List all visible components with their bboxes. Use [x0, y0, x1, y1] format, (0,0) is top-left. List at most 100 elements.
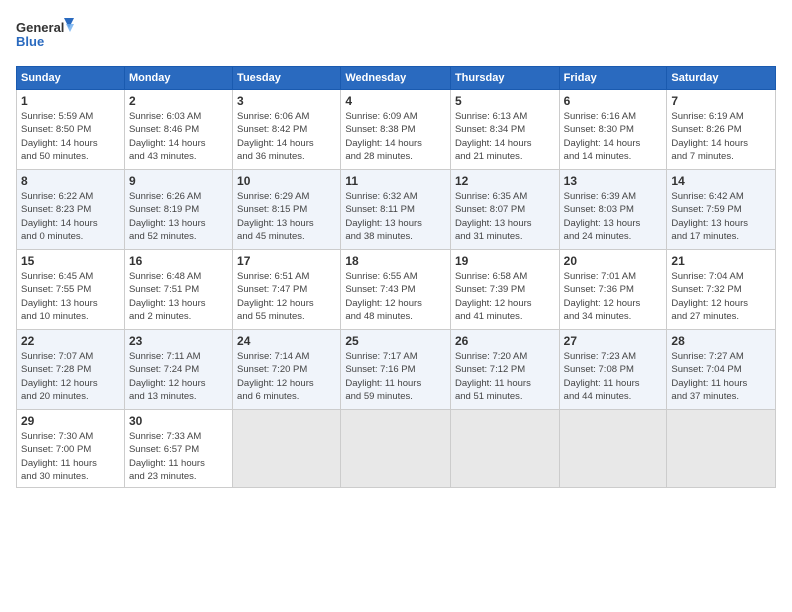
day-info: Sunrise: 7:14 AM Sunset: 7:20 PM Dayligh… [237, 350, 336, 403]
day-info: Sunrise: 7:23 AM Sunset: 7:08 PM Dayligh… [564, 350, 663, 403]
day-number: 24 [237, 334, 336, 348]
day-number: 1 [21, 94, 120, 108]
col-saturday: Saturday [667, 67, 776, 90]
day-number: 21 [671, 254, 771, 268]
calendar-cell: 7 Sunrise: 6:19 AM Sunset: 8:26 PM Daylig… [667, 90, 776, 170]
col-monday: Monday [124, 67, 232, 90]
day-info: Sunrise: 6:19 AM Sunset: 8:26 PM Dayligh… [671, 110, 771, 163]
calendar-cell: 22Sunrise: 7:07 AM Sunset: 7:28 PM Dayli… [17, 330, 125, 410]
day-number: 26 [455, 334, 555, 348]
col-friday: Friday [559, 67, 667, 90]
day-number: 13 [564, 174, 663, 188]
day-info: Sunrise: 7:11 AM Sunset: 7:24 PM Dayligh… [129, 350, 228, 403]
calendar-cell: 12 Sunrise: 6:35 AM Sunset: 8:07 PM Dayli… [450, 170, 559, 250]
calendar-cell: 5 Sunrise: 6:13 AM Sunset: 8:34 PM Daylig… [450, 90, 559, 170]
day-number: 30 [129, 414, 228, 428]
day-info: Sunrise: 6:35 AM Sunset: 8:07 PM Dayligh… [455, 190, 555, 243]
day-number: 10 [237, 174, 336, 188]
calendar-cell: 29 Sunrise: 7:30 AM Sunset: 7:00 PM Dayli… [17, 410, 125, 488]
day-info: Sunrise: 7:27 AM Sunset: 7:04 PM Dayligh… [671, 350, 771, 403]
day-info: Sunrise: 7:33 AM Sunset: 6:57 PM Dayligh… [129, 430, 228, 483]
day-number: 29 [21, 414, 120, 428]
col-tuesday: Tuesday [233, 67, 341, 90]
col-thursday: Thursday [450, 67, 559, 90]
day-info: Sunrise: 6:45 AM Sunset: 7:55 PM Dayligh… [21, 270, 120, 323]
day-number: 5 [455, 94, 555, 108]
calendar-cell: 26 Sunrise: 7:20 AM Sunset: 7:12 PM Dayli… [450, 330, 559, 410]
day-info: Sunrise: 6:16 AM Sunset: 8:30 PM Dayligh… [564, 110, 663, 163]
calendar-cell: 9 Sunrise: 6:26 AM Sunset: 8:19 PM Daylig… [124, 170, 232, 250]
day-info: Sunrise: 6:26 AM Sunset: 8:19 PM Dayligh… [129, 190, 228, 243]
col-sunday: Sunday [17, 67, 125, 90]
calendar-cell: 2 Sunrise: 6:03 AM Sunset: 8:46 PM Daylig… [124, 90, 232, 170]
calendar-cell [450, 410, 559, 488]
day-info: Sunrise: 6:51 AM Sunset: 7:47 PM Dayligh… [237, 270, 336, 323]
calendar-cell: 8 Sunrise: 6:22 AM Sunset: 8:23 PM Daylig… [17, 170, 125, 250]
day-number: 25 [345, 334, 446, 348]
calendar-cell [233, 410, 341, 488]
calendar-cell: 24 Sunrise: 7:14 AM Sunset: 7:20 PM Dayli… [233, 330, 341, 410]
calendar-cell: 28 Sunrise: 7:27 AM Sunset: 7:04 PM Dayli… [667, 330, 776, 410]
calendar-cell: 16 Sunrise: 6:48 AM Sunset: 7:51 PM Dayli… [124, 250, 232, 330]
day-number: 7 [671, 94, 771, 108]
day-info: Sunrise: 6:58 AM Sunset: 7:39 PM Dayligh… [455, 270, 555, 323]
day-info: Sunrise: 6:48 AM Sunset: 7:51 PM Dayligh… [129, 270, 228, 323]
day-number: 3 [237, 94, 336, 108]
calendar-cell: 4 Sunrise: 6:09 AM Sunset: 8:38 PM Daylig… [341, 90, 451, 170]
calendar-cell: 30 Sunrise: 7:33 AM Sunset: 6:57 PM Dayli… [124, 410, 232, 488]
day-info: Sunrise: 7:04 AM Sunset: 7:32 PM Dayligh… [671, 270, 771, 323]
svg-text:Blue: Blue [16, 34, 44, 49]
day-number: 8 [21, 174, 120, 188]
calendar-cell: 1Sunrise: 5:59 AM Sunset: 8:50 PM Daylig… [17, 90, 125, 170]
day-number: 11 [345, 174, 446, 188]
day-info: Sunrise: 6:32 AM Sunset: 8:11 PM Dayligh… [345, 190, 446, 243]
day-info: Sunrise: 7:01 AM Sunset: 7:36 PM Dayligh… [564, 270, 663, 323]
calendar-cell: 25 Sunrise: 7:17 AM Sunset: 7:16 PM Dayli… [341, 330, 451, 410]
day-number: 23 [129, 334, 228, 348]
calendar-cell [667, 410, 776, 488]
day-number: 28 [671, 334, 771, 348]
day-info: Sunrise: 6:09 AM Sunset: 8:38 PM Dayligh… [345, 110, 446, 163]
calendar-cell [559, 410, 667, 488]
day-number: 19 [455, 254, 555, 268]
day-number: 15 [21, 254, 120, 268]
day-info: Sunrise: 6:22 AM Sunset: 8:23 PM Dayligh… [21, 190, 120, 243]
day-number: 9 [129, 174, 228, 188]
day-info: Sunrise: 7:30 AM Sunset: 7:00 PM Dayligh… [21, 430, 120, 483]
day-info: Sunrise: 6:42 AM Sunset: 7:59 PM Dayligh… [671, 190, 771, 243]
calendar-cell: 23 Sunrise: 7:11 AM Sunset: 7:24 PM Dayli… [124, 330, 232, 410]
day-number: 22 [21, 334, 120, 348]
day-info: Sunrise: 7:17 AM Sunset: 7:16 PM Dayligh… [345, 350, 446, 403]
day-number: 27 [564, 334, 663, 348]
day-number: 18 [345, 254, 446, 268]
day-number: 20 [564, 254, 663, 268]
calendar-cell: 20 Sunrise: 7:01 AM Sunset: 7:36 PM Dayli… [559, 250, 667, 330]
day-number: 12 [455, 174, 555, 188]
calendar-cell: 18 Sunrise: 6:55 AM Sunset: 7:43 PM Dayli… [341, 250, 451, 330]
day-number: 2 [129, 94, 228, 108]
calendar-cell: 6Sunrise: 6:16 AM Sunset: 8:30 PM Daylig… [559, 90, 667, 170]
calendar-cell: 21 Sunrise: 7:04 AM Sunset: 7:32 PM Dayli… [667, 250, 776, 330]
day-number: 14 [671, 174, 771, 188]
day-info: Sunrise: 6:55 AM Sunset: 7:43 PM Dayligh… [345, 270, 446, 323]
page-header: General Blue [16, 16, 776, 56]
logo: General Blue [16, 16, 76, 56]
day-info: Sunrise: 7:20 AM Sunset: 7:12 PM Dayligh… [455, 350, 555, 403]
day-number: 16 [129, 254, 228, 268]
day-number: 4 [345, 94, 446, 108]
calendar-cell: 13 Sunrise: 6:39 AM Sunset: 8:03 PM Dayli… [559, 170, 667, 250]
calendar-cell: 15 Sunrise: 6:45 AM Sunset: 7:55 PM Dayli… [17, 250, 125, 330]
calendar-cell: 19 Sunrise: 6:58 AM Sunset: 7:39 PM Dayli… [450, 250, 559, 330]
calendar-table: Sunday Monday Tuesday Wednesday Thursday… [16, 66, 776, 488]
day-info: Sunrise: 6:29 AM Sunset: 8:15 PM Dayligh… [237, 190, 336, 243]
day-info: Sunrise: 6:39 AM Sunset: 8:03 PM Dayligh… [564, 190, 663, 243]
day-number: 17 [237, 254, 336, 268]
calendar-header-row: Sunday Monday Tuesday Wednesday Thursday… [17, 67, 776, 90]
calendar-cell [341, 410, 451, 488]
day-info: Sunrise: 6:13 AM Sunset: 8:34 PM Dayligh… [455, 110, 555, 163]
day-info: Sunrise: 6:06 AM Sunset: 8:42 PM Dayligh… [237, 110, 336, 163]
calendar-cell: 17 Sunrise: 6:51 AM Sunset: 7:47 PM Dayli… [233, 250, 341, 330]
day-info: Sunrise: 6:03 AM Sunset: 8:46 PM Dayligh… [129, 110, 228, 163]
calendar-cell: 14 Sunrise: 6:42 AM Sunset: 7:59 PM Dayli… [667, 170, 776, 250]
calendar-cell: 27 Sunrise: 7:23 AM Sunset: 7:08 PM Dayli… [559, 330, 667, 410]
